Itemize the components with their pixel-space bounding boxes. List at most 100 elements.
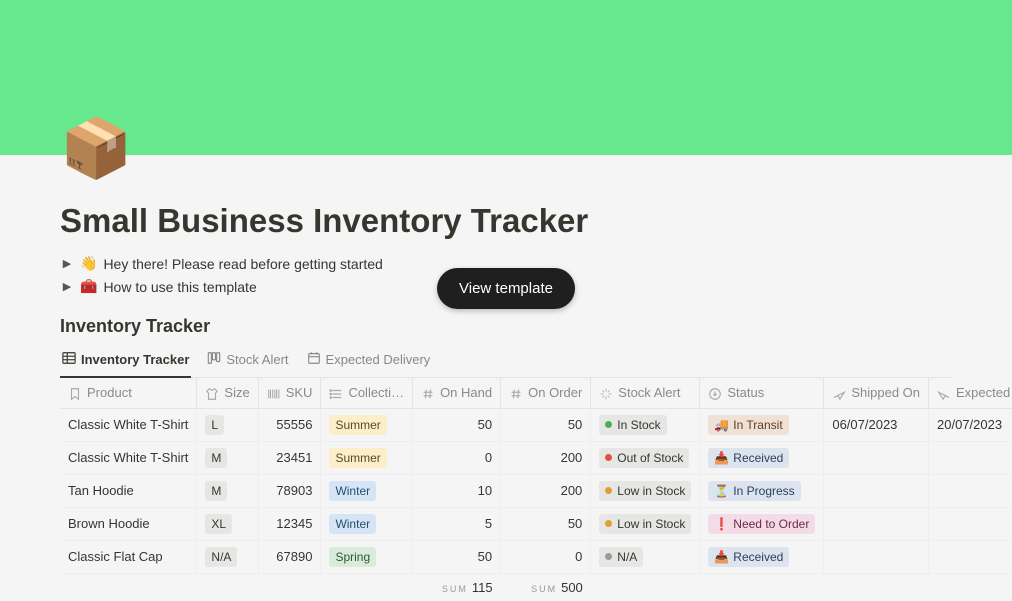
size-pill: N/A	[205, 547, 237, 567]
cell-shipped-on	[824, 507, 929, 540]
cell-status: 📥Received	[700, 441, 824, 474]
col-label: On Order	[528, 385, 582, 400]
size-pill: XL	[205, 514, 232, 534]
col-sku[interactable]: SKU	[258, 378, 321, 408]
col-on-hand[interactable]: On Hand	[413, 378, 501, 408]
cell-stock-alert: In Stock	[591, 408, 700, 441]
sum-on-hand: SUM115	[413, 573, 501, 601]
cell-expected-delivery	[929, 474, 1012, 507]
cell-sku: 78903	[258, 474, 321, 507]
tab-stock-alert[interactable]: Stock Alert	[205, 345, 290, 378]
cell-product[interactable]: Classic Flat Cap	[60, 540, 197, 573]
cell-expected-delivery	[929, 540, 1012, 573]
toggle-emoji: 🧰	[80, 278, 97, 295]
col-expected-delivery[interactable]: Expected Delivery	[929, 378, 1012, 408]
page-icon: 📦	[60, 120, 952, 178]
status-emoji: ⏳	[714, 482, 729, 500]
view-template-button[interactable]: View template	[437, 268, 575, 309]
col-size[interactable]: Size	[197, 378, 258, 408]
inventory-table-wrap: Product Size SKU Collecti… On Hand On Or…	[60, 378, 1012, 601]
plane-down-icon	[937, 387, 951, 401]
collection-pill: Winter	[329, 481, 376, 501]
col-label: Product	[87, 385, 132, 400]
cell-product[interactable]: Classic White T-Shirt	[60, 441, 197, 474]
cell-expected-delivery	[929, 507, 1012, 540]
table-icon	[62, 351, 76, 368]
table-row[interactable]: Classic White T-ShirtM23451Summer0200Out…	[60, 441, 1012, 474]
col-shipped-on[interactable]: Shipped On	[824, 378, 929, 408]
barcode-icon	[267, 387, 281, 401]
tab-inventory-tracker[interactable]: Inventory Tracker	[60, 345, 191, 378]
stock-alert-pill: In Stock	[599, 415, 666, 435]
status-pill: 📥Received	[708, 448, 789, 468]
cell-product[interactable]: Classic White T-Shirt	[60, 408, 197, 441]
cell-shipped-on	[824, 441, 929, 474]
col-product[interactable]: Product	[60, 378, 197, 408]
sparkle-icon	[599, 387, 613, 401]
cell-collection: Spring	[321, 540, 413, 573]
tab-label: Stock Alert	[226, 352, 288, 367]
tab-expected-delivery[interactable]: Expected Delivery	[305, 345, 433, 378]
col-on-order[interactable]: On Order	[501, 378, 591, 408]
table-row[interactable]: Classic Flat CapN/A67890Spring500N/A📥Rec…	[60, 540, 1012, 573]
chevron-right-icon: ▶	[60, 257, 74, 270]
cell-collection: Winter	[321, 474, 413, 507]
cell-size: XL	[197, 507, 258, 540]
tab-label: Inventory Tracker	[81, 352, 189, 367]
table-row[interactable]: Brown HoodieXL12345Winter550Low in Stock…	[60, 507, 1012, 540]
page-title: Small Business Inventory Tracker	[60, 202, 952, 240]
cell-expected-delivery	[929, 441, 1012, 474]
cell-status: ⏳In Progress	[700, 474, 824, 507]
cell-stock-alert: N/A	[591, 540, 700, 573]
col-label: On Hand	[440, 385, 492, 400]
cell-size: L	[197, 408, 258, 441]
cell-size: M	[197, 474, 258, 507]
cell-on-order: 200	[501, 441, 591, 474]
status-pill: 🚚In Transit	[708, 415, 788, 435]
cell-on-hand: 50	[413, 540, 501, 573]
cell-collection: Winter	[321, 507, 413, 540]
status-dot	[605, 520, 612, 527]
view-tabs: Inventory Tracker Stock Alert Expected D…	[60, 345, 952, 378]
board-icon	[207, 351, 221, 368]
bookmark-icon	[68, 387, 82, 401]
section-title: Inventory Tracker	[60, 316, 952, 337]
size-pill: M	[205, 481, 227, 501]
col-collection[interactable]: Collecti…	[321, 378, 413, 408]
cell-stock-alert: Low in Stock	[591, 507, 700, 540]
toggle-emoji: 👋	[80, 255, 97, 272]
status-pill: ❗Need to Order	[708, 514, 815, 534]
list-icon	[329, 387, 343, 401]
cell-product[interactable]: Tan Hoodie	[60, 474, 197, 507]
col-label: Stock Alert	[618, 385, 680, 400]
size-pill: M	[205, 448, 227, 468]
status-dot	[605, 553, 612, 560]
status-dot	[605, 487, 612, 494]
cell-sku: 23451	[258, 441, 321, 474]
cell-sku: 12345	[258, 507, 321, 540]
status-pill: ⏳In Progress	[708, 481, 800, 501]
calendar-icon	[307, 351, 321, 368]
col-status[interactable]: Status	[700, 378, 824, 408]
cell-stock-alert: Out of Stock	[591, 441, 700, 474]
collection-pill: Spring	[329, 547, 376, 567]
table-row[interactable]: Tan HoodieM78903Winter10200Low in Stock⏳…	[60, 474, 1012, 507]
stock-alert-pill: Low in Stock	[599, 481, 691, 501]
cell-on-hand: 50	[413, 408, 501, 441]
cell-expected-delivery: 20/07/2023	[929, 408, 1012, 441]
size-pill: L	[205, 415, 224, 435]
cell-collection: Summer	[321, 408, 413, 441]
cell-on-hand: 5	[413, 507, 501, 540]
status-emoji: 📥	[714, 548, 729, 566]
cell-shipped-on: 06/07/2023	[824, 408, 929, 441]
tab-label: Expected Delivery	[326, 352, 431, 367]
table-row[interactable]: Classic White T-ShirtL55556Summer5050In …	[60, 408, 1012, 441]
cell-product[interactable]: Brown Hoodie	[60, 507, 197, 540]
cell-sku: 55556	[258, 408, 321, 441]
cell-on-hand: 0	[413, 441, 501, 474]
col-label: SKU	[286, 385, 313, 400]
cell-on-hand: 10	[413, 474, 501, 507]
stock-alert-pill: N/A	[599, 547, 643, 567]
status-emoji: ❗	[714, 515, 729, 533]
col-stock-alert[interactable]: Stock Alert	[591, 378, 700, 408]
